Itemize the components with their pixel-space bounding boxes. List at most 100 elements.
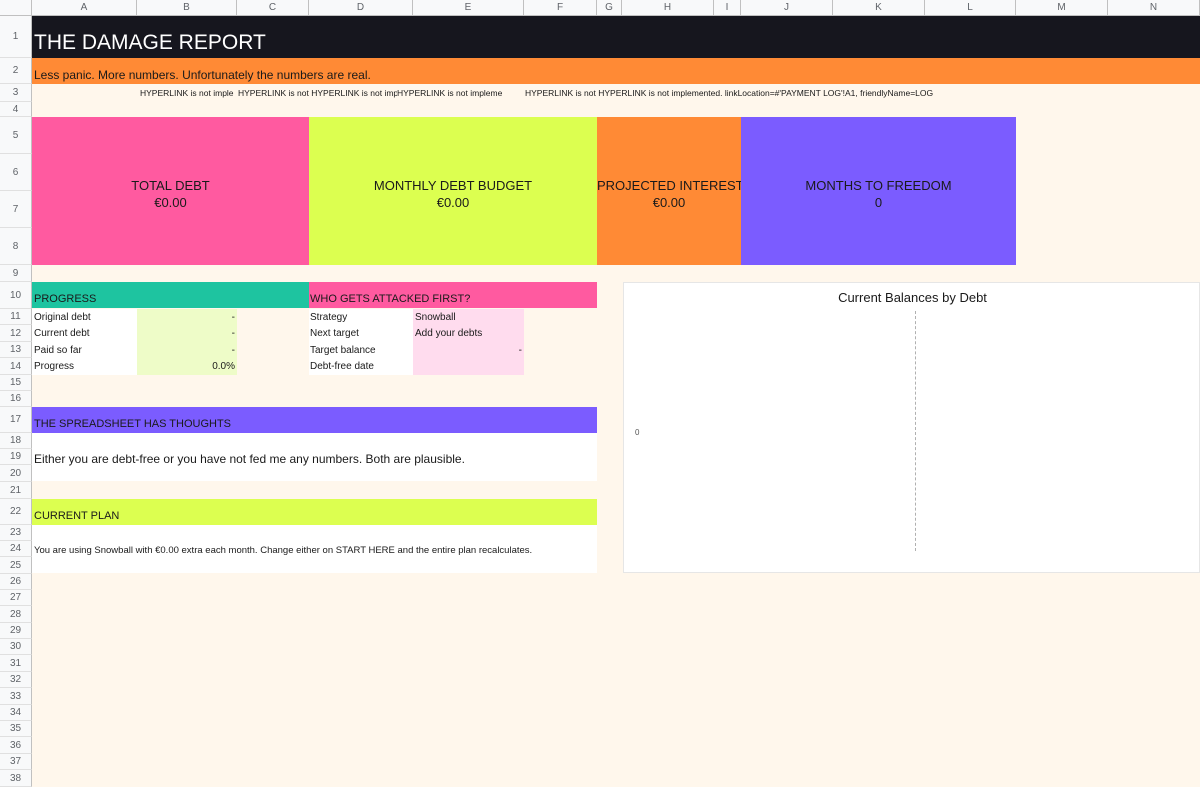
column-header[interactable]: L — [925, 0, 1016, 16]
row-header[interactable]: 27 — [0, 590, 32, 606]
row-header[interactable]: 7 — [0, 191, 32, 228]
link-payment-log[interactable]: HYPERLINK is not HYPERLINK is not implem… — [525, 88, 934, 98]
column-header[interactable]: A — [32, 0, 137, 16]
chart-axis-line — [915, 311, 916, 551]
row-header[interactable]: 18 — [0, 433, 32, 449]
row-header[interactable]: 22 — [0, 499, 32, 525]
row-header[interactable]: 28 — [0, 606, 32, 623]
row-header[interactable]: 21 — [0, 482, 32, 499]
column-header[interactable]: J — [741, 0, 833, 16]
attack-row-label: Strategy — [310, 312, 348, 323]
kpi-monthly-budget: MONTHLY DEBT BUDGET €0.00 — [309, 117, 597, 265]
row-header[interactable]: 11 — [0, 309, 32, 325]
row-header[interactable]: 26 — [0, 574, 32, 590]
thoughts-text: Either you are debt-free or you have not… — [34, 452, 465, 466]
row-header[interactable]: 20 — [0, 465, 32, 482]
kpi-monthly-budget-value: €0.00 — [436, 195, 470, 210]
row-header[interactable]: 13 — [0, 342, 32, 358]
thoughts-header: THE SPREADSHEET HAS THOUGHTS — [32, 407, 597, 433]
kpi-monthly-budget-label: MONTHLY DEBT BUDGET — [373, 178, 533, 193]
attack-row-value: Snowball — [415, 312, 456, 323]
row-header[interactable]: 8 — [0, 228, 32, 265]
page-subtitle: Less panic. More numbers. Unfortunately … — [34, 68, 371, 82]
row-header[interactable]: 12 — [0, 325, 32, 342]
progress-row-value: - — [231, 345, 235, 356]
row-header[interactable]: 9 — [0, 265, 32, 282]
kpi-projected-interest-label: PROJECTED INTEREST — [597, 178, 744, 193]
attack-row-label: Debt-free date — [310, 361, 374, 372]
links-row: HYPERLINK is not imple HYPERLINK is not … — [32, 84, 1200, 102]
progress-header: PROGRESS — [32, 282, 309, 308]
row-header[interactable]: 4 — [0, 102, 32, 117]
row-header[interactable]: 16 — [0, 391, 32, 407]
column-header[interactable]: H — [622, 0, 714, 16]
column-header[interactable]: I — [714, 0, 741, 16]
plan-text: You are using Snowball with €0.00 extra … — [34, 545, 533, 556]
row-header[interactable]: 36 — [0, 737, 32, 754]
kpi-total-debt: TOTAL DEBT €0.00 — [32, 117, 309, 265]
kpi-projected-interest: PROJECTED INTEREST €0.00 — [597, 117, 744, 265]
row-header[interactable]: 10 — [0, 282, 32, 309]
attack-header: WHO GETS ATTACKED FIRST? — [309, 282, 597, 308]
row-header[interactable]: 23 — [0, 525, 32, 541]
subtitle-bar: Less panic. More numbers. Unfortunately … — [32, 58, 1200, 84]
row-header[interactable]: 6 — [0, 154, 32, 191]
kpi-total-debt-value: €0.00 — [154, 195, 187, 210]
row-header[interactable]: 24 — [0, 541, 32, 557]
attack-row-label: Next target — [310, 328, 359, 339]
progress-row-label: Progress — [34, 361, 75, 372]
column-header[interactable]: N — [1108, 0, 1200, 16]
row-header[interactable]: 32 — [0, 672, 32, 688]
row-header[interactable]: 25 — [0, 557, 32, 574]
thoughts-title: THE SPREADSHEET HAS THOUGHTS — [34, 418, 232, 430]
progress-title: PROGRESS — [34, 293, 97, 305]
kpi-projected-interest-value: €0.00 — [652, 195, 686, 210]
progress-row-value: 0.0% — [212, 361, 235, 372]
row-header[interactable]: 29 — [0, 623, 32, 639]
progress-row-label: Current debt — [34, 328, 90, 339]
progress-row-value: - — [231, 312, 235, 323]
row-header[interactable]: 19 — [0, 449, 32, 465]
row-header[interactable]: 1 — [0, 16, 32, 58]
column-header[interactable]: G — [597, 0, 622, 16]
row-header[interactable]: 38 — [0, 770, 32, 787]
row-header[interactable]: 30 — [0, 639, 32, 655]
progress-row-label: Paid so far — [34, 345, 82, 356]
attack-row-value: - — [518, 345, 522, 356]
row-header[interactable]: 3 — [0, 84, 32, 102]
row-header[interactable]: 33 — [0, 688, 32, 705]
select-all-corner[interactable] — [0, 0, 32, 16]
row-header[interactable]: 34 — [0, 705, 32, 721]
row-header[interactable]: 14 — [0, 358, 32, 375]
kpi-total-debt-label: TOTAL DEBT — [131, 178, 210, 193]
kpi-months-to-freedom-label: MONTHS TO FREEDOM — [805, 178, 952, 193]
plan-title: CURRENT PLAN — [34, 510, 120, 522]
attack-row-label: Target balance — [310, 345, 376, 356]
progress-row-value: - — [231, 328, 235, 339]
balances-chart[interactable]: Current Balances by Debt 0 — [623, 282, 1200, 573]
row-header[interactable]: 2 — [0, 58, 32, 84]
row-header[interactable]: 5 — [0, 117, 32, 154]
attack-row-value: Add your debts — [415, 328, 483, 339]
column-header[interactable]: K — [833, 0, 925, 16]
row-header[interactable]: 17 — [0, 407, 32, 433]
column-header[interactable]: F — [524, 0, 597, 16]
page-title: THE DAMAGE REPORT — [34, 31, 266, 54]
column-header[interactable]: E — [413, 0, 524, 16]
row-header[interactable]: 31 — [0, 655, 32, 672]
plan-header: CURRENT PLAN — [32, 499, 597, 525]
progress-row-label: Original debt — [34, 312, 91, 323]
column-header[interactable]: C — [237, 0, 309, 16]
kpi-months-to-freedom: MONTHS TO FREEDOM 0 — [741, 117, 1016, 265]
row-header[interactable]: 35 — [0, 721, 32, 737]
kpi-months-to-freedom-value: 0 — [874, 195, 883, 210]
column-header[interactable]: B — [137, 0, 237, 16]
chart-title: Current Balances by Debt — [838, 290, 987, 305]
title-bar: THE DAMAGE REPORT — [32, 16, 1200, 58]
column-header[interactable]: M — [1016, 0, 1108, 16]
row-header[interactable]: 15 — [0, 375, 32, 391]
row-header[interactable]: 37 — [0, 754, 32, 770]
column-header[interactable]: D — [309, 0, 413, 16]
link-debts[interactable]: HYPERLINK is not impleme — [397, 88, 522, 98]
attack-title: WHO GETS ATTACKED FIRST? — [310, 293, 471, 305]
